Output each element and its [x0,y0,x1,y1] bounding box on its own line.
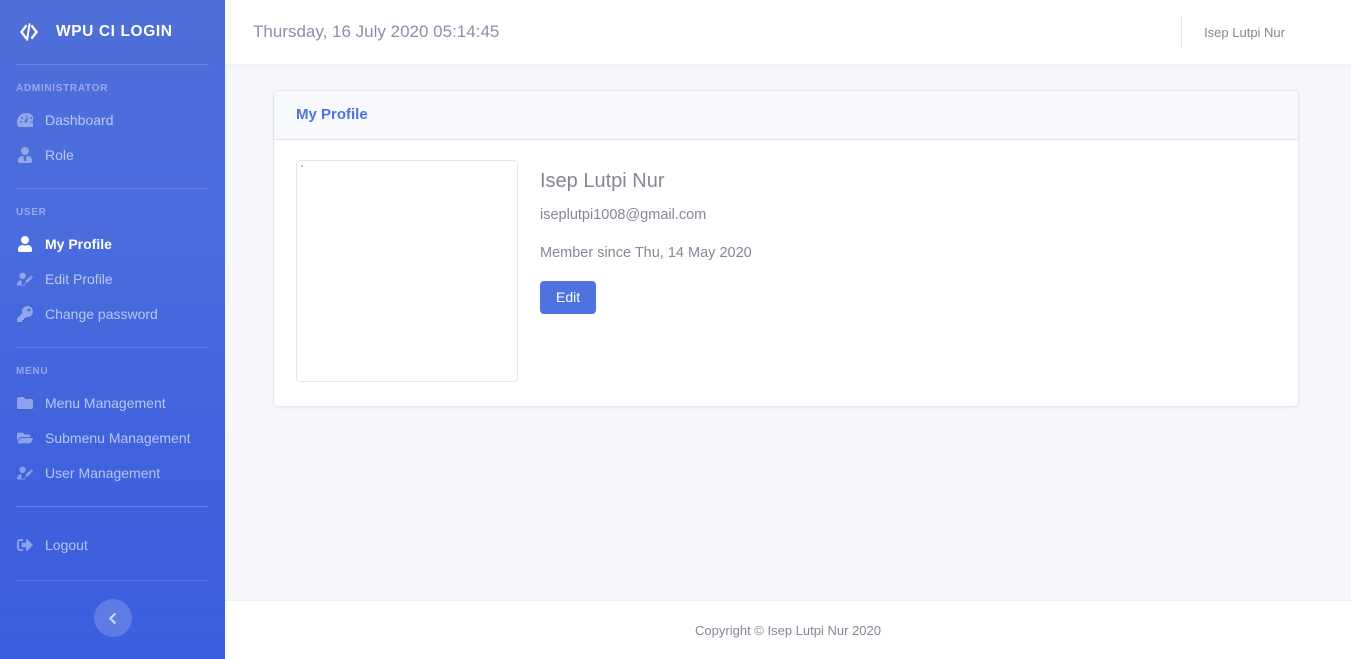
sidebar-toggle-wrap [0,581,225,637]
sidebar-item-change-password[interactable]: Change password [0,296,225,331]
profile-name: Isep Lutpi Nur [540,170,665,192]
profile-photo-column [296,160,540,382]
sidebar-item-label: Submenu Management [45,429,191,446]
topbar-datetime: Thursday, 16 July 2020 05:14:45 [253,22,500,41]
sidebar-item-my-profile[interactable]: My Profile [0,226,225,261]
sidebar-item-label: Role [45,146,74,163]
profile-info: Isep Lutpi Nur iseplutpi1008@gmail.com M… [540,160,1276,314]
sidebar-heading-user: USER [16,207,47,218]
tachometer-icon [16,111,33,128]
profile-card: My Profile Isep Lutpi Nur iseplutpi1008@… [273,90,1299,407]
app-root: WPU CI LOGIN ADMINISTRATOR Dashboard Rol… [0,0,1351,659]
code-icon [16,19,42,45]
sidebar-item-menu-management[interactable]: Menu Management [0,385,225,420]
folder-icon [16,394,33,411]
profile-card-body: Isep Lutpi Nur iseplutpi1008@gmail.com M… [274,140,1298,406]
user-icon [16,235,33,252]
folder-open-icon [16,429,33,446]
sidebar-item-submenu-management[interactable]: Submenu Management [0,420,225,455]
sidebar-item-label: User Management [45,464,161,481]
topbar-user-menu[interactable]: Isep Lutpi Nur [1181,15,1329,49]
profile-photo [296,160,518,382]
sidebar-item-dashboard[interactable]: Dashboard [0,102,225,137]
user-edit-icon [16,270,33,287]
sidebar-item-edit-profile[interactable]: Edit Profile [0,261,225,296]
main-area: Thursday, 16 July 2020 05:14:45 Isep Lut… [225,0,1351,659]
chevron-left-icon[interactable] [93,599,132,637]
footer-copyright: Copyright © Isep Lutpi Nur 2020 [695,622,881,638]
user-tie-icon [16,146,33,163]
key-icon [16,305,33,322]
sidebar-item-label: Change password [45,305,158,322]
sidebar-item-user-management[interactable]: User Management [0,455,225,490]
topbar-username: Isep Lutpi Nur [1204,24,1285,40]
sidebar-item-role[interactable]: Role [0,137,225,172]
profile-card-header: My Profile [274,91,1298,140]
edit-button[interactable]: Edit [540,281,597,314]
page-title: My Profile [296,106,368,123]
sidebar-heading-menu: MENU [16,366,49,377]
profile-member-since: Member since Thu, 14 May 2020 [540,245,752,261]
sidebar-item-label: Logout [45,536,88,553]
user-edit-icon [16,464,33,481]
sidebar-divider-menu [16,506,209,507]
profile-email: iseplutpi1008@gmail.com [540,207,707,223]
sidebar-item-label: My Profile [45,235,112,252]
sidebar-item-logout[interactable]: Logout [0,527,225,562]
sidebar: WPU CI LOGIN ADMINISTRATOR Dashboard Rol… [0,0,225,659]
content-area: My Profile Isep Lutpi Nur iseplutpi1008@… [225,64,1351,600]
footer: Copyright © Isep Lutpi Nur 2020 [225,600,1351,659]
sign-out-icon [16,536,33,553]
sidebar-brand[interactable]: WPU CI LOGIN [0,0,225,64]
sidebar-item-label: Edit Profile [45,270,113,287]
sidebar-item-label: Dashboard [45,111,114,128]
sidebar-heading-administrator: ADMINISTRATOR [16,83,109,94]
sidebar-item-label: Menu Management [45,394,166,411]
avatar [1297,16,1329,48]
sidebar-brand-label: WPU CI LOGIN [56,23,173,40]
topbar: Thursday, 16 July 2020 05:14:45 Isep Lut… [225,0,1351,64]
